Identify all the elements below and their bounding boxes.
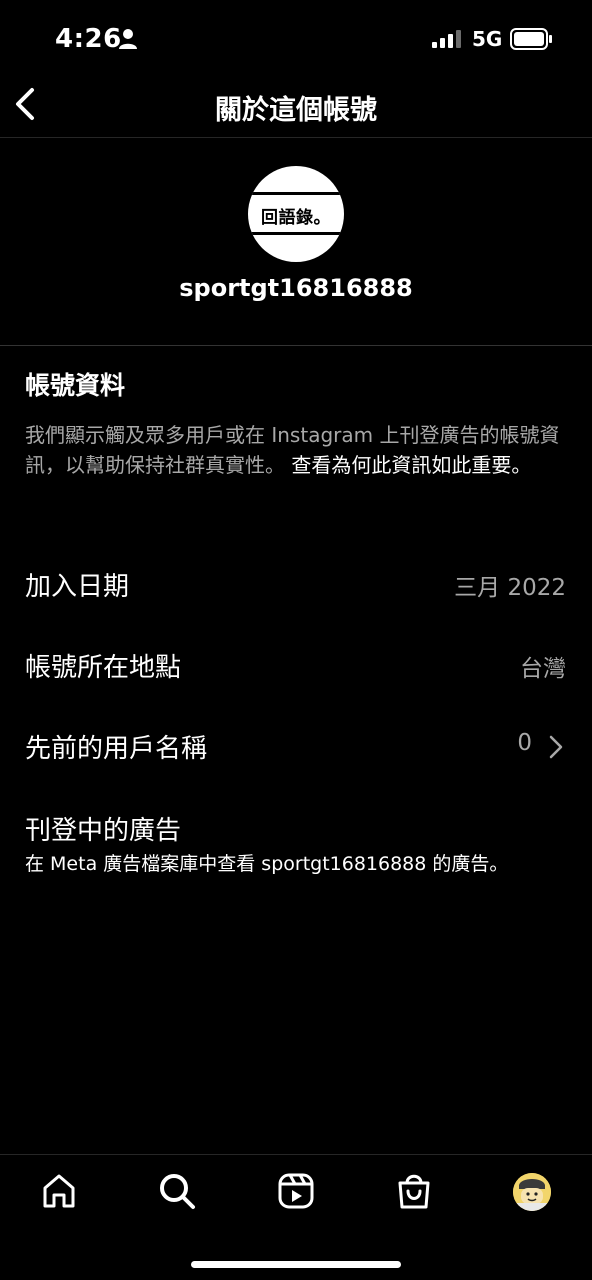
- join-date-row: 加入日期 三月 2022: [0, 556, 592, 616]
- former-usernames-row[interactable]: 先前的用戶名稱 0: [0, 718, 592, 778]
- person-icon: [119, 29, 137, 49]
- nav-header: 關於這個帳號: [0, 80, 592, 138]
- avatar-logo-text: 回語錄。: [261, 208, 331, 228]
- signal-icon: [432, 30, 461, 48]
- tab-search[interactable]: [157, 1171, 197, 1211]
- join-date-value: 三月 2022: [454, 575, 566, 601]
- home-icon: [43, 1174, 75, 1208]
- reels-icon: [278, 1173, 314, 1209]
- tab-profile[interactable]: [513, 1173, 551, 1211]
- battery-icon: [510, 28, 552, 50]
- learn-more-link[interactable]: 查看為何此資訊如此重要。: [291, 453, 531, 477]
- network-type: 5G: [472, 27, 503, 51]
- shop-icon: [398, 1174, 430, 1209]
- account-location-value: 台灣: [520, 656, 566, 682]
- join-date-label: 加入日期: [25, 572, 130, 602]
- former-usernames-label: 先前的用戶名稱: [25, 734, 208, 764]
- tab-shop[interactable]: [394, 1171, 434, 1211]
- page-title: 關於這個帳號: [215, 95, 377, 126]
- ad-library-link[interactable]: 在 Meta 廣告檔案庫中查看 sportgt16816888 的廣告。: [25, 849, 508, 876]
- username: sportgt16816888: [179, 274, 413, 302]
- account-location-label: 帳號所在地點: [25, 653, 182, 683]
- former-usernames-count: 0: [517, 730, 532, 756]
- status-time: 4:26: [55, 24, 122, 54]
- account-location-row: 帳號所在地點 台灣: [0, 637, 592, 697]
- avatar-stripe-bottom: [248, 232, 344, 235]
- profile-avatar-icon: [513, 1173, 551, 1211]
- status-bar: 4:26 5G: [0, 0, 592, 80]
- home-indicator: [191, 1261, 401, 1268]
- tab-home[interactable]: [39, 1171, 79, 1211]
- account-info-description: 我們顯示觸及眾多用戶或在 Instagram 上刊登廣告的帳號資訊，以幫助保持社…: [25, 420, 573, 480]
- account-info-title: 帳號資料: [25, 371, 126, 400]
- search-icon: [160, 1174, 195, 1209]
- avatar-stripe-top: [248, 192, 344, 195]
- chevron-right-icon: [549, 735, 563, 759]
- tab-reels[interactable]: [276, 1171, 316, 1211]
- profile-header: 回語錄。 sportgt16816888: [0, 138, 592, 346]
- active-ads-title: 刊登中的廣告: [25, 816, 182, 846]
- avatar: 回語錄。: [248, 166, 344, 262]
